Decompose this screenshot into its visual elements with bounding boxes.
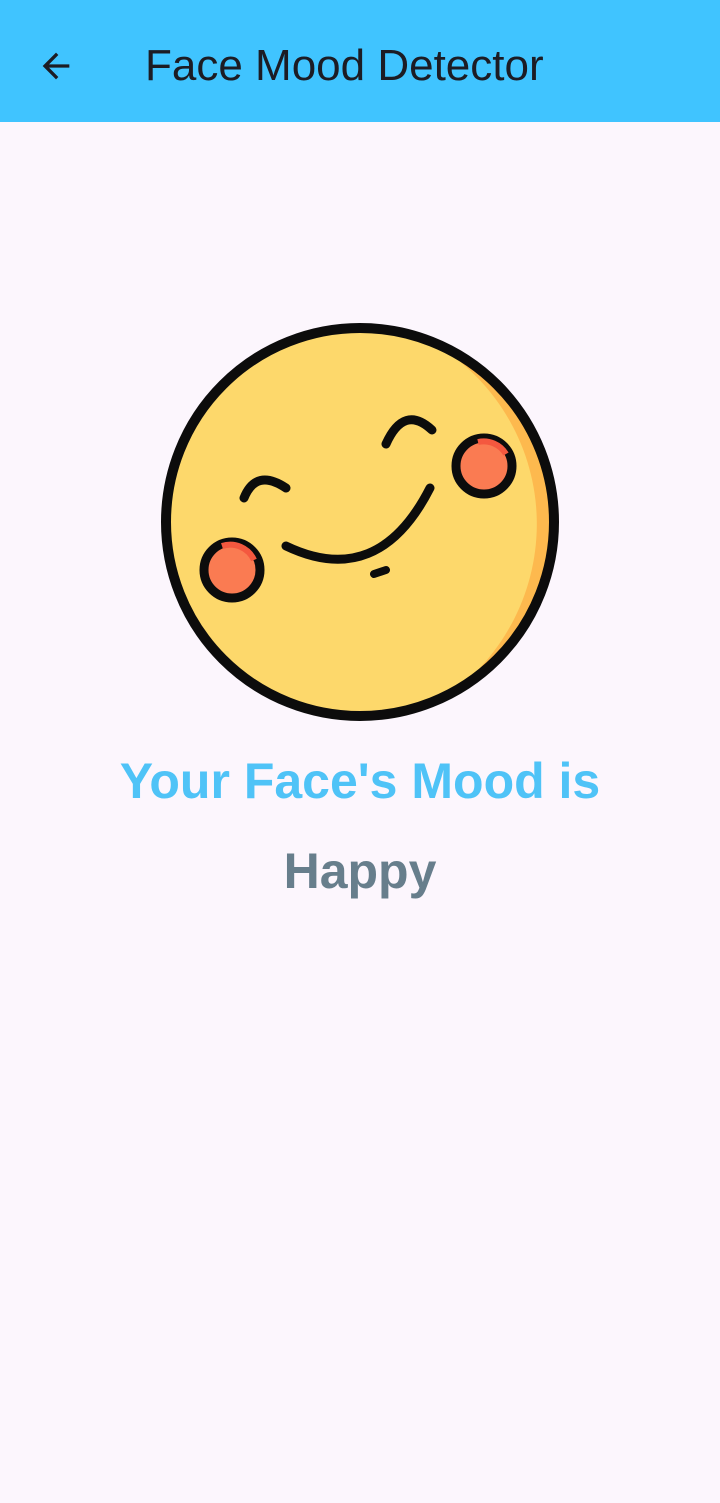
- mood-heading: Your Face's Mood is: [119, 753, 601, 809]
- mood-value: Happy: [283, 843, 437, 899]
- arrow-back-icon: [42, 52, 70, 80]
- app-title: Face Mood Detector: [145, 41, 544, 90]
- app-bar: Face Mood Detector: [0, 0, 720, 122]
- back-button[interactable]: [28, 38, 84, 94]
- smiling-face-emoji-icon: [161, 323, 559, 721]
